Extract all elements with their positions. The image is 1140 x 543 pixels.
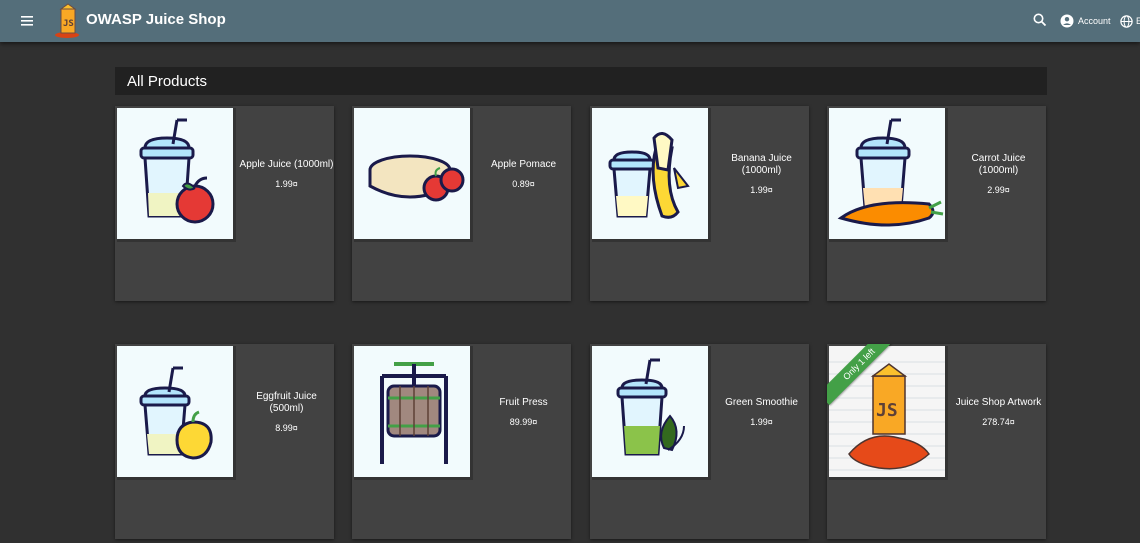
app-title[interactable]: OWASP Juice Shop — [86, 11, 226, 28]
top-toolbar: JS OWASP Juice Shop Account E — [0, 0, 1140, 42]
product-price: 1.99¤ — [750, 417, 773, 427]
apple-juice-icon — [139, 118, 215, 224]
only-left-ribbon: Only 1 left — [827, 344, 897, 406]
product-card-fruit-press[interactable]: Fruit Press 89.99¤ — [352, 344, 571, 539]
account-circle-icon — [1060, 14, 1074, 28]
banana-juice-icon — [608, 132, 690, 219]
product-name: Eggfruit Juice (500ml) — [256, 391, 317, 414]
product-info: Green Smoothie 1.99¤ — [714, 344, 809, 480]
product-image — [592, 346, 711, 480]
account-label: Account — [1078, 16, 1111, 26]
language-label: E — [1136, 16, 1140, 26]
product-image — [117, 346, 236, 480]
product-info: Apple Juice (1000ml) 1.99¤ — [239, 106, 334, 242]
svg-text:JS: JS — [63, 19, 74, 29]
product-info: Fruit Press 89.99¤ — [476, 344, 571, 480]
globe-icon — [1120, 14, 1133, 28]
product-info: Juice Shop Artwork 278.74¤ — [951, 344, 1046, 480]
product-card-apple-pomace[interactable]: Apple Pomace 0.89¤ — [352, 106, 571, 301]
products-header: All Products — [115, 67, 1047, 95]
juice-shop-logo[interactable]: JS — [53, 3, 83, 39]
account-button[interactable]: Account — [1060, 12, 1111, 30]
product-card-green-smoothie[interactable]: Green Smoothie 1.99¤ — [590, 344, 809, 539]
product-name: Banana Juice (1000ml) — [731, 153, 792, 176]
product-price: 1.99¤ — [750, 185, 773, 195]
fruit-press-icon — [380, 362, 448, 464]
product-info: Apple Pomace 0.89¤ — [476, 106, 571, 242]
product-image — [354, 108, 473, 242]
green-smoothie-icon — [616, 358, 685, 456]
product-name: Fruit Press — [499, 397, 548, 408]
product-price: 0.89¤ — [512, 179, 535, 189]
product-card-carrot-juice[interactable]: Carrot Juice (1000ml) 2.99¤ — [827, 106, 1046, 301]
product-name: Carrot Juice (1000ml) — [971, 153, 1026, 176]
product-info: Carrot Juice (1000ml) 2.99¤ — [951, 106, 1046, 242]
product-name: Green Smoothie — [725, 397, 798, 408]
product-info: Eggfruit Juice (500ml) 8.99¤ — [239, 344, 334, 480]
product-image — [117, 108, 236, 242]
product-price: 2.99¤ — [987, 185, 1010, 195]
product-name: Apple Juice (1000ml) — [239, 159, 334, 170]
product-card-banana-juice[interactable]: Banana Juice (1000ml) 1.99¤ — [590, 106, 809, 301]
product-card-apple-juice[interactable]: Apple Juice (1000ml) 1.99¤ — [115, 106, 334, 301]
page-title: All Products — [127, 73, 208, 90]
product-name: Juice Shop Artwork — [955, 397, 1042, 408]
product-card-juice-shop-artwork[interactable]: JS Only 1 left Juice Shop Artwork 278.74… — [827, 344, 1046, 539]
product-price: 8.99¤ — [275, 423, 298, 433]
product-price: 1.99¤ — [275, 179, 298, 189]
product-price: 89.99¤ — [509, 417, 538, 427]
apple-pomace-icon — [368, 154, 465, 202]
product-price: 278.74¤ — [982, 417, 1015, 427]
product-image — [592, 108, 711, 242]
language-button[interactable]: E — [1120, 12, 1140, 30]
product-image — [354, 346, 473, 480]
product-card-eggfruit-juice[interactable]: Eggfruit Juice (500ml) 8.99¤ — [115, 344, 334, 539]
product-info: Banana Juice (1000ml) 1.99¤ — [714, 106, 809, 242]
carrot-juice-icon — [837, 118, 944, 227]
product-image — [829, 108, 948, 242]
stock-ribbon: Only 1 left — [827, 344, 897, 414]
product-name: Apple Pomace — [490, 159, 557, 170]
search-icon[interactable] — [1031, 11, 1049, 29]
eggfruit-juice-icon — [139, 366, 213, 460]
menu-icon[interactable] — [14, 8, 40, 34]
